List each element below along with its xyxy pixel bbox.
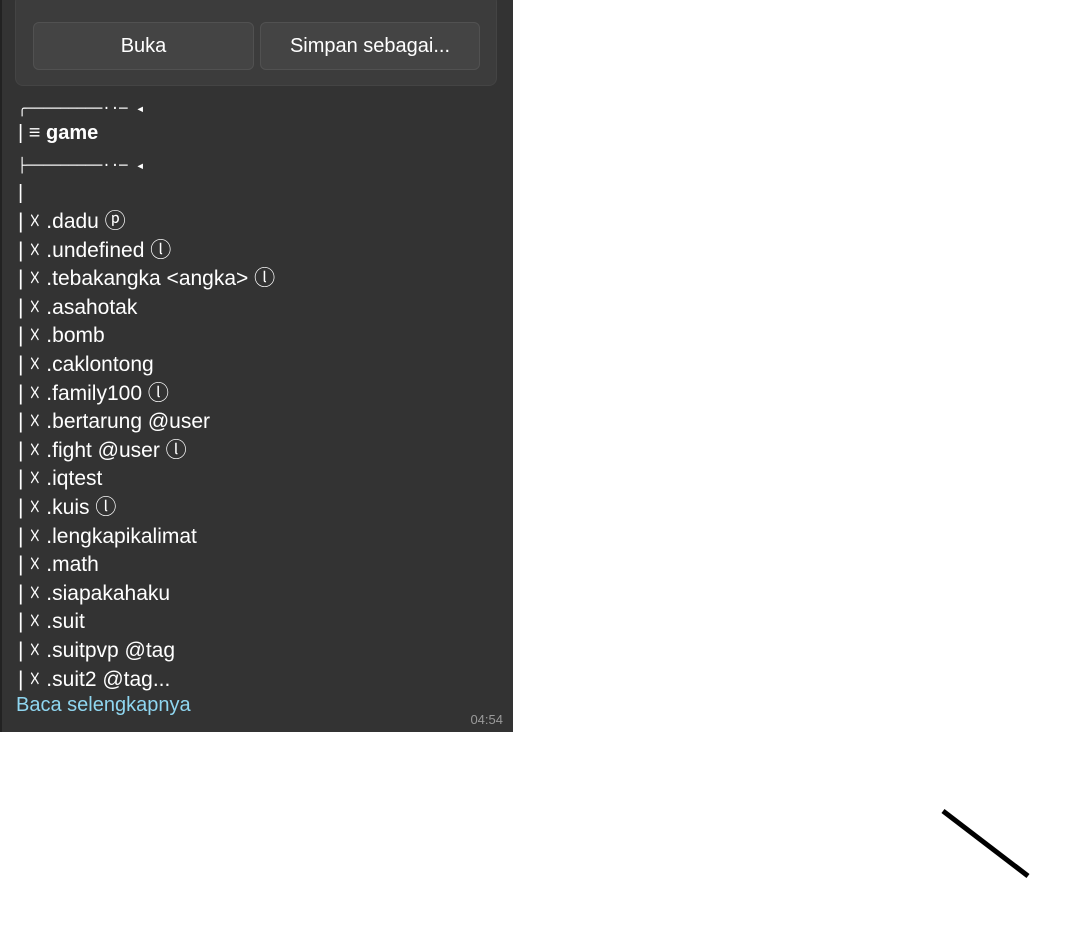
pen-stroke-mark	[941, 809, 1030, 878]
